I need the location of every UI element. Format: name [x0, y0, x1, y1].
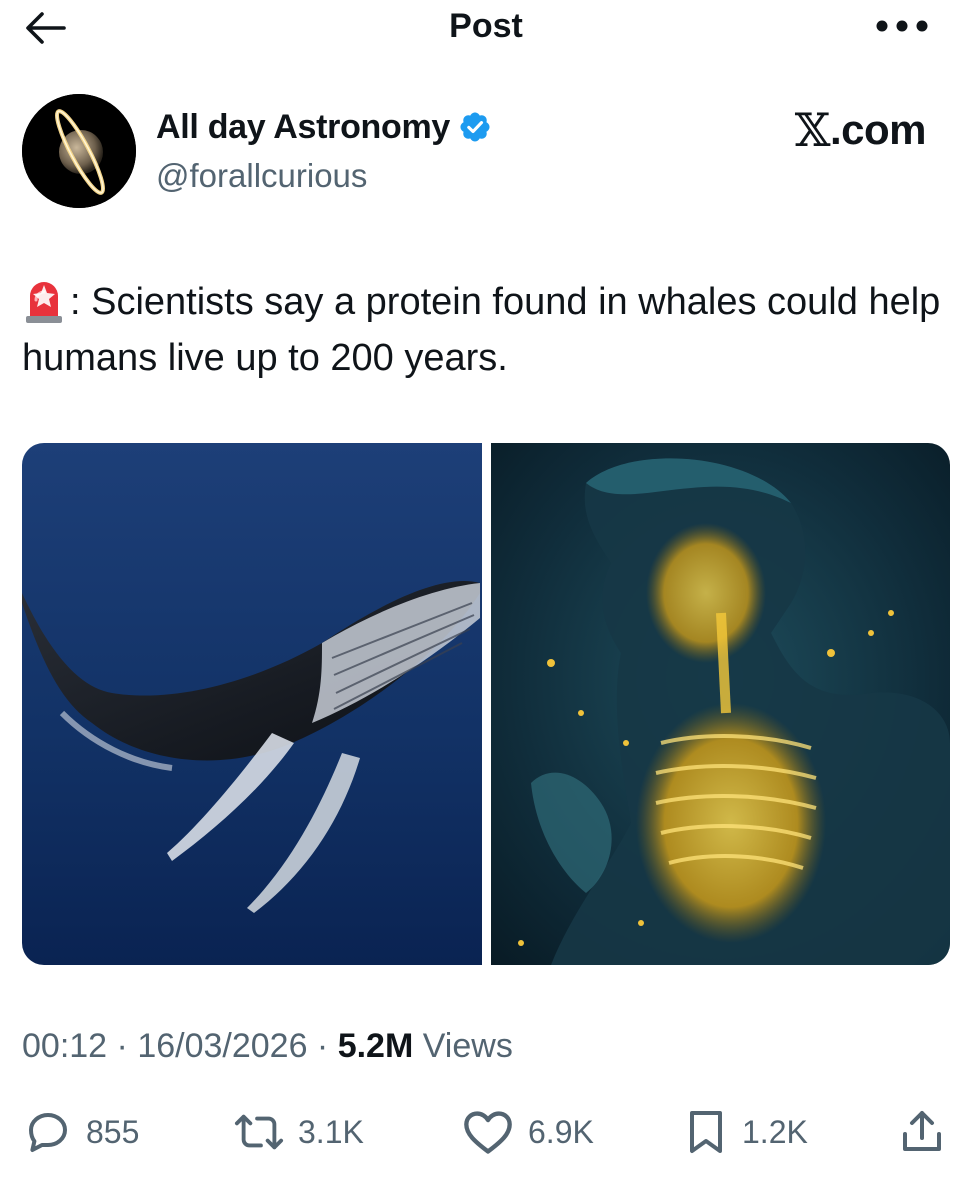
more-horizontal-icon: [876, 20, 928, 32]
author-handle[interactable]: @forallcurious: [156, 155, 367, 197]
x-logo: 𝕏: [794, 103, 831, 157]
repost-button[interactable]: 3.1K: [234, 1102, 364, 1162]
human-glow-image[interactable]: [491, 443, 950, 965]
post-time: 00:12: [22, 1027, 108, 1065]
views-label: Views: [413, 1027, 513, 1065]
saturn-logo-icon: [22, 94, 136, 208]
author-name[interactable]: All day Astronomy: [156, 106, 492, 148]
media-grid: [22, 443, 950, 965]
meta-separator: ·: [307, 1027, 338, 1065]
whale-image[interactable]: [22, 443, 482, 965]
more-button[interactable]: [872, 8, 932, 44]
siren-icon: [22, 276, 66, 324]
repost-count: 3.1K: [298, 1113, 364, 1150]
verified-badge-icon: [458, 110, 492, 144]
avatar[interactable]: [22, 94, 136, 208]
like-button[interactable]: 6.9K: [462, 1102, 594, 1162]
reply-icon: [29, 1113, 67, 1152]
page-title: Post: [449, 7, 523, 45]
post-meta: 00:12 · 16/03/2026 · 5.2M Views: [22, 1024, 513, 1068]
meta-separator: ·: [107, 1027, 138, 1065]
action-bar: 855 3.1K 6.9K 1.2K: [0, 1102, 972, 1162]
views-count[interactable]: 5.2M: [338, 1027, 414, 1065]
watermark-domain: .com: [829, 106, 927, 153]
watermark-xcom: 𝕏 .com: [794, 103, 927, 157]
author-name-text: All day Astronomy: [156, 108, 451, 146]
bookmark-count: 1.2K: [742, 1113, 808, 1150]
post-text-body: : Scientists say a protein found in whal…: [22, 281, 941, 379]
bookmark-button[interactable]: 1.2K: [684, 1102, 808, 1162]
bookmark-icon: [690, 1111, 722, 1153]
reply-count: 855: [86, 1113, 140, 1150]
like-count: 6.9K: [528, 1113, 594, 1150]
share-icon: [903, 1111, 941, 1151]
heart-icon: [464, 1111, 512, 1154]
share-button[interactable]: [900, 1102, 944, 1162]
reply-button[interactable]: 855: [24, 1102, 139, 1162]
post-text: : Scientists say a protein found in whal…: [22, 274, 942, 386]
repost-icon: [234, 1114, 284, 1150]
post-date: 16/03/2026: [137, 1027, 308, 1065]
top-bar: Post: [0, 0, 972, 56]
